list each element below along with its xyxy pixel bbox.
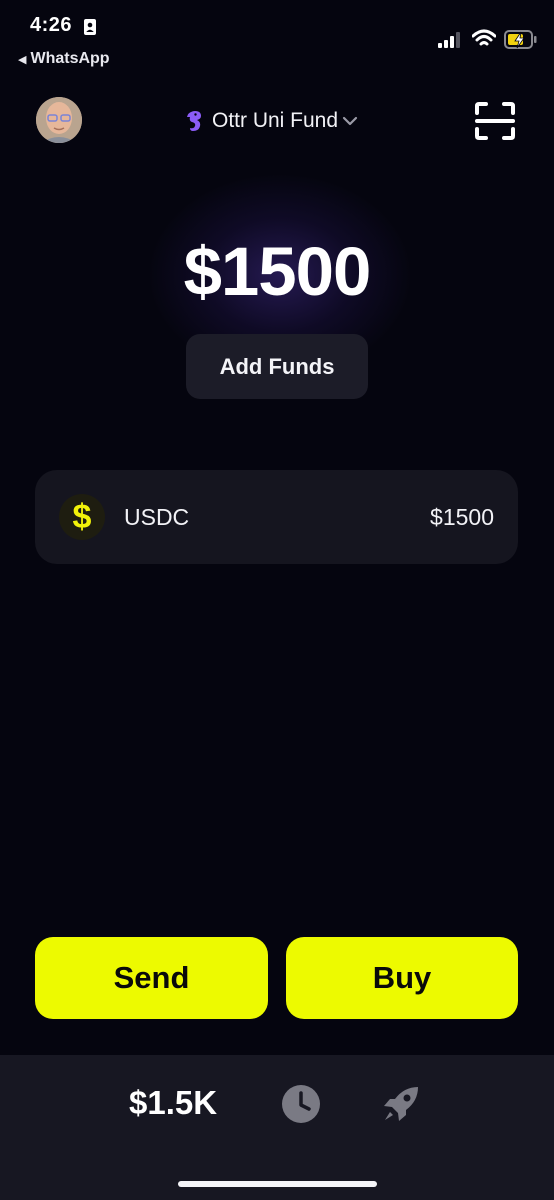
add-funds-button[interactable]: Add Funds [186, 334, 368, 399]
rocket-icon[interactable] [380, 1083, 422, 1125]
profile-avatar[interactable] [36, 97, 82, 143]
bottom-nav: $1.5K [0, 1055, 554, 1200]
asset-row-usdc[interactable]: $ USDC $1500 [35, 470, 518, 564]
scan-qr-button[interactable] [474, 101, 516, 141]
avatar-photo [36, 97, 82, 143]
scan-icon [475, 102, 515, 140]
buy-button[interactable]: Buy [286, 937, 518, 1019]
seahorse-icon [187, 111, 201, 131]
cellular-signal-icon [438, 32, 460, 48]
asset-name: USDC [124, 504, 190, 530]
back-arrow-icon: ◀ [18, 54, 27, 66]
nav-balance-tab[interactable]: $1.5K [129, 1084, 217, 1122]
wallet-balance: $1500 [183, 233, 372, 310]
wifi-icon [472, 29, 496, 46]
home-indicator [178, 1181, 377, 1187]
back-app-label: WhatsApp [30, 50, 110, 67]
usdc-coin-icon: $ [59, 494, 105, 540]
send-button[interactable]: Send [35, 937, 268, 1019]
asset-value: $1500 [430, 504, 494, 530]
status-time: 4:26 [30, 14, 73, 36]
fund-name: Ottr Uni Fund [212, 109, 339, 132]
fund-selector[interactable]: Ottr Uni Fund [186, 106, 358, 136]
contact-card-icon [84, 19, 96, 35]
back-to-app-link[interactable]: ◀ WhatsApp [18, 50, 110, 68]
status-bar: 4:26 ◀ WhatsApp [0, 0, 554, 80]
battery-charging-icon [504, 30, 537, 49]
chevron-down-icon [342, 116, 358, 126]
clock-icon[interactable] [281, 1084, 321, 1124]
